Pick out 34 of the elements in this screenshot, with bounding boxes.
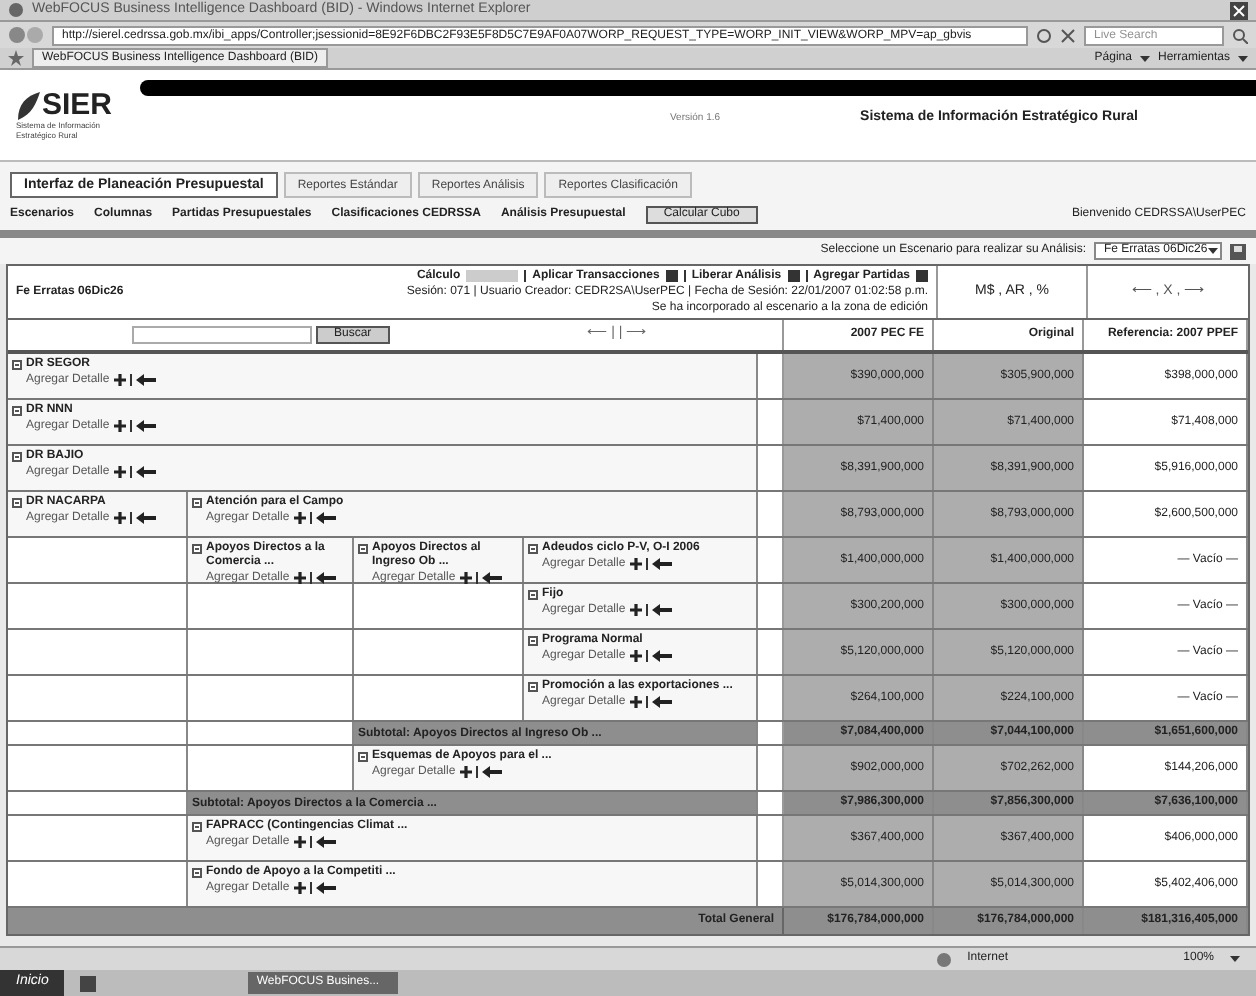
- star-icon: [8, 50, 24, 66]
- back-forward-icon: [8, 26, 44, 44]
- plus-icon: [293, 836, 306, 848]
- calculation-field[interactable]: [466, 270, 519, 282]
- stop-icon: [1060, 27, 1076, 43]
- globe-icon: [935, 951, 952, 967]
- action-icon: [665, 270, 678, 282]
- search-input[interactable]: [132, 326, 312, 344]
- plus-icon: [113, 466, 126, 478]
- plus-icon: [629, 558, 642, 570]
- plus-icon: [293, 572, 306, 584]
- caret-icon: [1238, 53, 1248, 63]
- plus-icon: [459, 766, 472, 778]
- caret-icon: [1207, 246, 1218, 256]
- plus-icon: [113, 374, 126, 386]
- plus-icon: [293, 512, 306, 524]
- close-icon: [1230, 1, 1248, 19]
- action-icon: [787, 270, 800, 282]
- plus-icon: [113, 512, 126, 524]
- logo-text: SIER: [42, 90, 113, 120]
- plus-icon: [629, 696, 642, 708]
- plus-icon: [459, 572, 472, 584]
- browser-icon: [8, 2, 24, 18]
- action-icon: [916, 270, 928, 282]
- refresh-icon: [1036, 27, 1052, 43]
- plus-icon: [293, 882, 306, 894]
- plus-icon: [629, 604, 642, 616]
- quick-launch-icon: [80, 975, 97, 991]
- search-icon: [1232, 27, 1248, 43]
- logo-leaf-icon: [16, 91, 40, 119]
- caret-icon: [1230, 954, 1240, 964]
- plus-icon: [629, 650, 642, 662]
- caret-icon: [1139, 53, 1150, 63]
- plus-icon: [113, 420, 126, 432]
